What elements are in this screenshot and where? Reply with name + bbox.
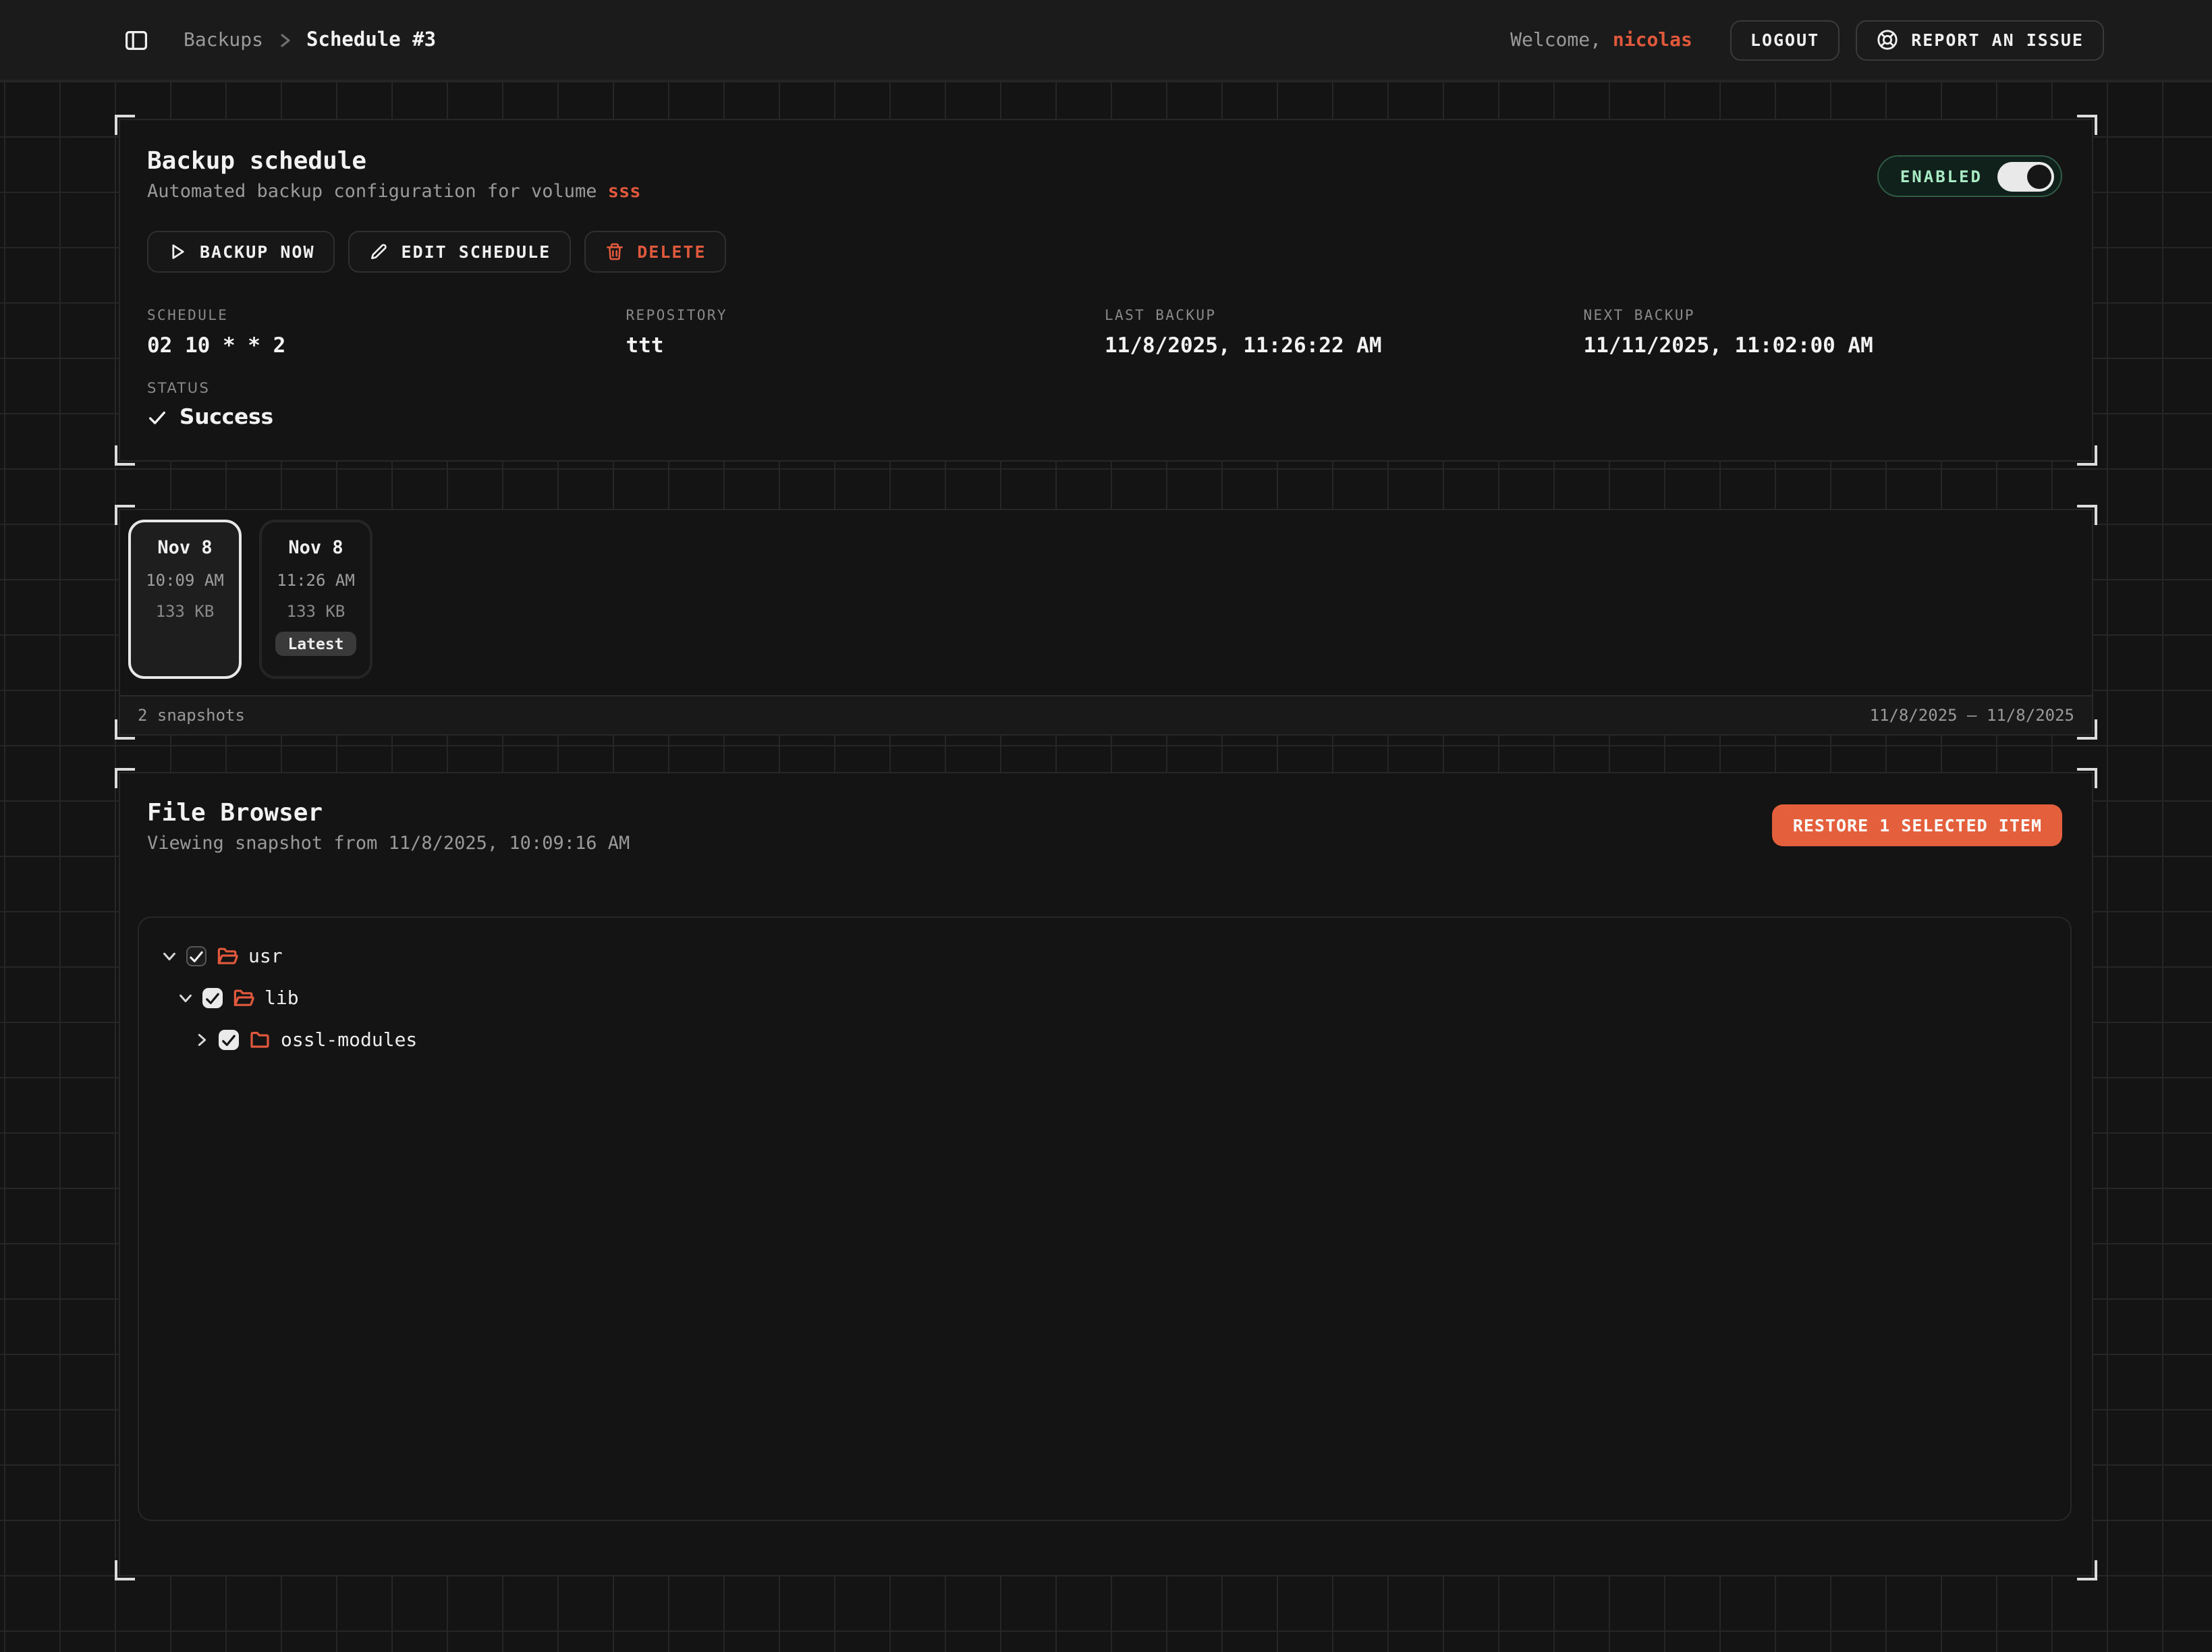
tree-label-lib[interactable]: lib <box>265 987 299 1009</box>
backup-schedule-card: Backup schedule Automated backup configu… <box>119 119 2093 462</box>
corner-bracket <box>2077 115 2097 135</box>
enabled-toggle[interactable]: ENABLED <box>1877 155 2062 197</box>
checkbox-ossl-modules[interactable] <box>219 1030 239 1050</box>
lifebuoy-icon <box>1876 28 1899 51</box>
enabled-label: ENABLED <box>1900 167 1983 186</box>
snapshots-footer: 2 snapshots 11/8/2025 – 11/8/2025 <box>120 695 2092 734</box>
schedule-card-titles: Backup schedule Automated backup configu… <box>147 147 641 202</box>
volume-name: sss <box>608 181 641 202</box>
schedule-card-title: Backup schedule <box>147 147 641 175</box>
chevron-down-icon[interactable] <box>175 989 194 1007</box>
corner-bracket <box>2077 1560 2097 1580</box>
latest-badge: Latest <box>275 632 356 656</box>
top-bar-left: Backups Schedule #3 <box>124 28 436 52</box>
restore-selected-button[interactable]: RESTORE 1 SELECTED ITEM <box>1773 804 2062 846</box>
tree-row-ossl-modules[interactable]: ossl-modules <box>159 1019 2070 1061</box>
panel-left-icon <box>124 28 148 52</box>
corner-bracket <box>115 445 135 466</box>
folder-open-icon <box>216 945 239 968</box>
snapshot-date-range: 11/8/2025 – 11/8/2025 <box>1870 706 2074 725</box>
corner-bracket <box>115 719 135 740</box>
field-schedule: SCHEDULE 02 10 * * 2 <box>147 308 626 358</box>
field-last-backup: LAST BACKUP 11/8/2025, 11:26:22 AM <box>1105 308 1584 358</box>
status-value: Success <box>147 405 2062 429</box>
chevron-down-icon[interactable] <box>159 947 178 965</box>
toggle-knob <box>2027 164 2051 188</box>
file-browser-card: File Browser Viewing snapshot from 11/8/… <box>119 772 2093 1576</box>
tree-label-ossl-modules[interactable]: ossl-modules <box>281 1029 417 1051</box>
field-repository: REPOSITORY ttt <box>626 308 1105 358</box>
snapshot-count: 2 snapshots <box>138 706 245 725</box>
snapshot-card-selected[interactable]: Nov 8 10:09 AM 133 KB <box>128 520 242 679</box>
play-icon <box>167 242 188 262</box>
file-browser-subtitle: Viewing snapshot from 11/8/2025, 10:09:1… <box>147 833 630 854</box>
status-field: STATUS Success <box>147 381 2062 429</box>
corner-bracket <box>115 115 135 135</box>
corner-bracket <box>2077 768 2097 788</box>
backup-now-button[interactable]: BACKUP NOW <box>147 231 335 273</box>
corner-bracket <box>115 768 135 788</box>
corner-bracket <box>115 505 135 525</box>
breadcrumb-backups[interactable]: Backups <box>184 29 263 51</box>
chevron-right-icon <box>277 32 293 48</box>
corner-bracket <box>2077 719 2097 740</box>
tree-row-lib[interactable]: lib <box>159 977 2070 1019</box>
file-browser-title: File Browser <box>147 799 630 827</box>
logout-button[interactable]: LOGOUT <box>1730 20 1840 60</box>
toggle-switch[interactable] <box>1997 161 2054 191</box>
tree-row-usr[interactable]: usr <box>159 935 2070 977</box>
delete-button[interactable]: DELETE <box>584 231 726 273</box>
field-next-backup: NEXT BACKUP 11/11/2025, 11:02:00 AM <box>1584 308 2063 358</box>
corner-bracket <box>2077 505 2097 525</box>
checkbox-lib[interactable] <box>202 988 223 1008</box>
pencil-icon <box>369 242 389 262</box>
folder-icon <box>248 1028 271 1051</box>
report-issue-button[interactable]: REPORT AN ISSUE <box>1856 20 2104 60</box>
status-label: STATUS <box>147 381 2062 397</box>
breadcrumb-current: Schedule #3 <box>306 29 436 51</box>
page: Backups Schedule #3 Welcome, nicolas LOG… <box>0 0 2212 1652</box>
check-icon <box>147 407 167 427</box>
file-tree: usr <box>138 916 2072 1521</box>
welcome-text: Welcome, nicolas <box>1510 29 1692 51</box>
schedule-actions: BACKUP NOW EDIT SCHEDULE <box>147 231 2062 273</box>
schedule-info-grid: SCHEDULE 02 10 * * 2 REPOSITORY ttt LAST… <box>147 308 2062 358</box>
corner-bracket <box>115 1560 135 1580</box>
content: Backup schedule Automated backup configu… <box>0 119 2212 1576</box>
schedule-card-subtitle: Automated backup configuration for volum… <box>147 181 641 202</box>
file-browser-titles: File Browser Viewing snapshot from 11/8/… <box>147 799 630 854</box>
tree-label-usr[interactable]: usr <box>248 945 283 967</box>
snapshots-timeline-card: Nov 8 10:09 AM 133 KB Nov 8 11:26 AM 133… <box>119 509 2093 736</box>
username: nicolas <box>1613 29 1692 51</box>
trash-icon <box>605 242 625 262</box>
top-bar: Backups Schedule #3 Welcome, nicolas LOG… <box>0 0 2212 81</box>
chevron-right-icon[interactable] <box>192 1031 211 1049</box>
checkbox-usr[interactable] <box>186 946 206 966</box>
edit-schedule-button[interactable]: EDIT SCHEDULE <box>349 231 572 273</box>
snapshot-list: Nov 8 10:09 AM 133 KB Nov 8 11:26 AM 133… <box>120 510 2092 695</box>
sidebar-toggle-button[interactable] <box>124 28 148 52</box>
top-bar-right: Welcome, nicolas LOGOUT REPORT AN ISSUE <box>1510 20 2104 60</box>
breadcrumb: Backups Schedule #3 <box>184 29 436 51</box>
snapshot-card-latest[interactable]: Nov 8 11:26 AM 133 KB Latest <box>259 520 372 679</box>
folder-open-icon <box>232 987 255 1010</box>
corner-bracket <box>2077 445 2097 466</box>
